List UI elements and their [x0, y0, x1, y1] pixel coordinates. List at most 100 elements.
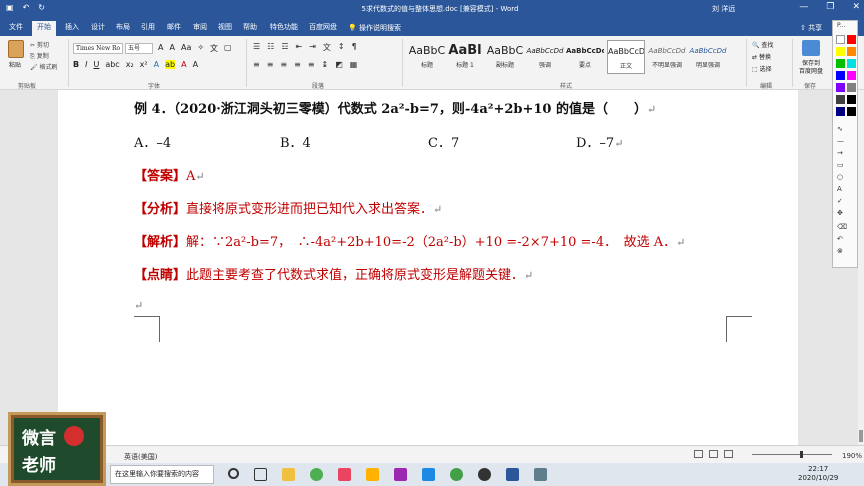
grow-font-icon[interactable]: A [158, 43, 163, 54]
color-blue[interactable] [836, 71, 845, 80]
zoom-slider-thumb[interactable] [800, 451, 803, 458]
app-icon-2[interactable] [478, 468, 491, 481]
paste-icon[interactable] [8, 40, 24, 58]
tab-review[interactable]: 审阅 [188, 21, 212, 36]
find-button[interactable]: 🔍 查找 [752, 40, 773, 52]
solution-line[interactable]: 【解析】解：∵2a²-b=7， ∴-4a²+2b+10=-2（2a²-b）+10… [134, 231, 685, 250]
replace-button[interactable]: ⇄ 替换 [752, 52, 773, 64]
cortana-icon[interactable] [228, 468, 239, 479]
style-title[interactable]: AaBbC 标题 [408, 40, 446, 74]
tab-insert[interactable]: 插入 [60, 21, 84, 36]
align-left-icon[interactable]: ≡ [253, 60, 260, 69]
tab-special[interactable]: 特色功能 [265, 21, 303, 36]
style-emphasis[interactable]: AaBbCcDd 强调 [526, 40, 564, 74]
font-name-box[interactable]: Times New Ro [73, 43, 123, 54]
zoom-slider[interactable] [752, 451, 832, 458]
arrow-tool-icon[interactable]: → [837, 149, 843, 157]
paste-label[interactable]: 粘贴 [9, 60, 21, 69]
color-black[interactable] [847, 95, 856, 104]
change-case-icon[interactable]: Aa [181, 43, 191, 54]
empty-paragraph[interactable]: ↵ [134, 298, 143, 313]
underline-icon[interactable]: U [93, 60, 99, 69]
media-icon[interactable] [394, 468, 407, 481]
check-tool-icon[interactable]: ✓ [837, 197, 843, 205]
align-right-icon[interactable]: ≡ [280, 60, 287, 69]
style-intense-emphasis[interactable]: AaBbCcDd 明显强调 [689, 40, 727, 74]
answer-line[interactable]: 【答案】A↵ [134, 165, 205, 184]
redo-icon[interactable]: ↻ [38, 3, 45, 12]
subscript-icon[interactable]: x₂ [126, 60, 134, 69]
comment-line[interactable]: 【点睛】此题主要考查了代数式求值，正确将原式变形是解题关键．↵ [134, 264, 533, 283]
shrink-font-icon[interactable]: A [169, 43, 174, 54]
restore-button[interactable]: ❐ [826, 2, 834, 12]
text-effect-icon[interactable]: A [154, 60, 159, 69]
print-layout-icon[interactable] [709, 450, 718, 458]
borders-icon[interactable]: ▦ [350, 60, 358, 69]
taskbar-search[interactable]: 在这里输入你要搜索的内容 [110, 465, 214, 484]
font-color-icon[interactable]: A [181, 60, 186, 69]
eraser-tool-icon[interactable]: ⌫ [837, 223, 847, 231]
option-c[interactable]: C．7 [428, 132, 459, 151]
cloud-save-icon[interactable] [802, 40, 820, 56]
ie-icon[interactable] [450, 468, 463, 481]
distribute-icon[interactable]: ≡ [308, 60, 315, 69]
tell-me-search[interactable]: 💡 操作说明搜索 [348, 23, 401, 33]
tab-view[interactable]: 视图 [213, 21, 237, 36]
chinese-layout-icon[interactable]: 文 [323, 42, 331, 53]
language-indicator[interactable]: 英语(美国) [124, 452, 157, 462]
line-tool-icon[interactable]: — [837, 137, 844, 145]
color-black-2[interactable] [847, 107, 856, 116]
task-view-icon[interactable] [254, 468, 267, 481]
document-page[interactable]: 例 4．（2020·浙江洞头初三零模）代数式 2a²-b=7，则-4a²+2b+… [58, 90, 798, 445]
tab-design[interactable]: 设计 [86, 21, 110, 36]
color-cyan[interactable] [847, 59, 856, 68]
close-button[interactable]: ✕ [852, 2, 860, 12]
option-d[interactable]: D．–7↵ [576, 132, 623, 151]
style-heading-1[interactable]: AaBl 标题 1 [446, 40, 484, 74]
paragraph-shading-icon[interactable]: ◩ [335, 60, 343, 69]
text-tool-icon[interactable]: A [837, 185, 842, 193]
tab-references[interactable]: 引用 [136, 21, 160, 36]
phonetic-icon[interactable]: 文 [210, 43, 218, 54]
color-green[interactable] [836, 59, 845, 68]
zoom-level[interactable]: 190% [842, 452, 862, 460]
ellipse-tool-icon[interactable]: ○ [837, 173, 843, 181]
tab-help[interactable]: 帮助 [238, 21, 262, 36]
share-button[interactable]: ⇧ 共享 [800, 23, 822, 33]
highlight-icon[interactable]: ab [165, 60, 176, 69]
tab-mailings[interactable]: 邮件 [162, 21, 186, 36]
save-to-baidu-button[interactable]: 保存到 百度网盘 [796, 60, 826, 76]
word-icon[interactable] [506, 468, 519, 481]
style-subtle-emphasis[interactable]: AaBbCcDd 不明显强调 [648, 40, 686, 74]
line-spacing-icon[interactable]: ↨ [322, 60, 329, 69]
tab-baidu-pan[interactable]: 百度网盘 [304, 21, 342, 36]
read-mode-icon[interactable] [694, 450, 703, 458]
color-purple[interactable] [836, 83, 845, 92]
shading-icon[interactable]: A [193, 60, 198, 69]
clock[interactable]: 22:17 2020/10/29 [798, 465, 838, 483]
italic-icon[interactable]: I [85, 60, 87, 69]
vertical-scrollbar[interactable] [858, 90, 864, 445]
file-explorer-icon[interactable] [282, 468, 295, 481]
color-magenta[interactable] [847, 71, 856, 80]
pen-tool-icon[interactable]: ∿ [837, 125, 843, 133]
show-marks-icon[interactable]: ¶ [352, 42, 357, 53]
move-tool-icon[interactable]: ✥ [837, 209, 843, 217]
style-strong[interactable]: AaBbCcDc 要点 [566, 40, 604, 74]
align-center-icon[interactable]: ≡ [267, 60, 274, 69]
user-name[interactable]: 刘 洋远 [712, 4, 735, 14]
copy-button[interactable]: ⎘ 复制 [30, 51, 58, 62]
analysis-line[interactable]: 【分析】直接将原式变形进而把已知代入求出答案．↵ [134, 198, 442, 217]
numbering-icon[interactable]: ☷ [267, 42, 274, 53]
web-layout-icon[interactable] [724, 450, 733, 458]
font-size-box[interactable]: 五号 [125, 43, 153, 54]
color-yellow[interactable] [836, 47, 845, 56]
color-dark-gray[interactable] [836, 95, 845, 104]
app-icon[interactable] [338, 468, 351, 481]
undo-icon[interactable]: ↶ [23, 3, 30, 12]
border-char-icon[interactable]: ▢ [224, 43, 232, 54]
multilevel-icon[interactable]: ☲ [281, 42, 288, 53]
tab-layout[interactable]: 布局 [111, 21, 135, 36]
color-red[interactable] [847, 35, 856, 44]
rectangle-tool-icon[interactable]: ▭ [837, 161, 844, 169]
